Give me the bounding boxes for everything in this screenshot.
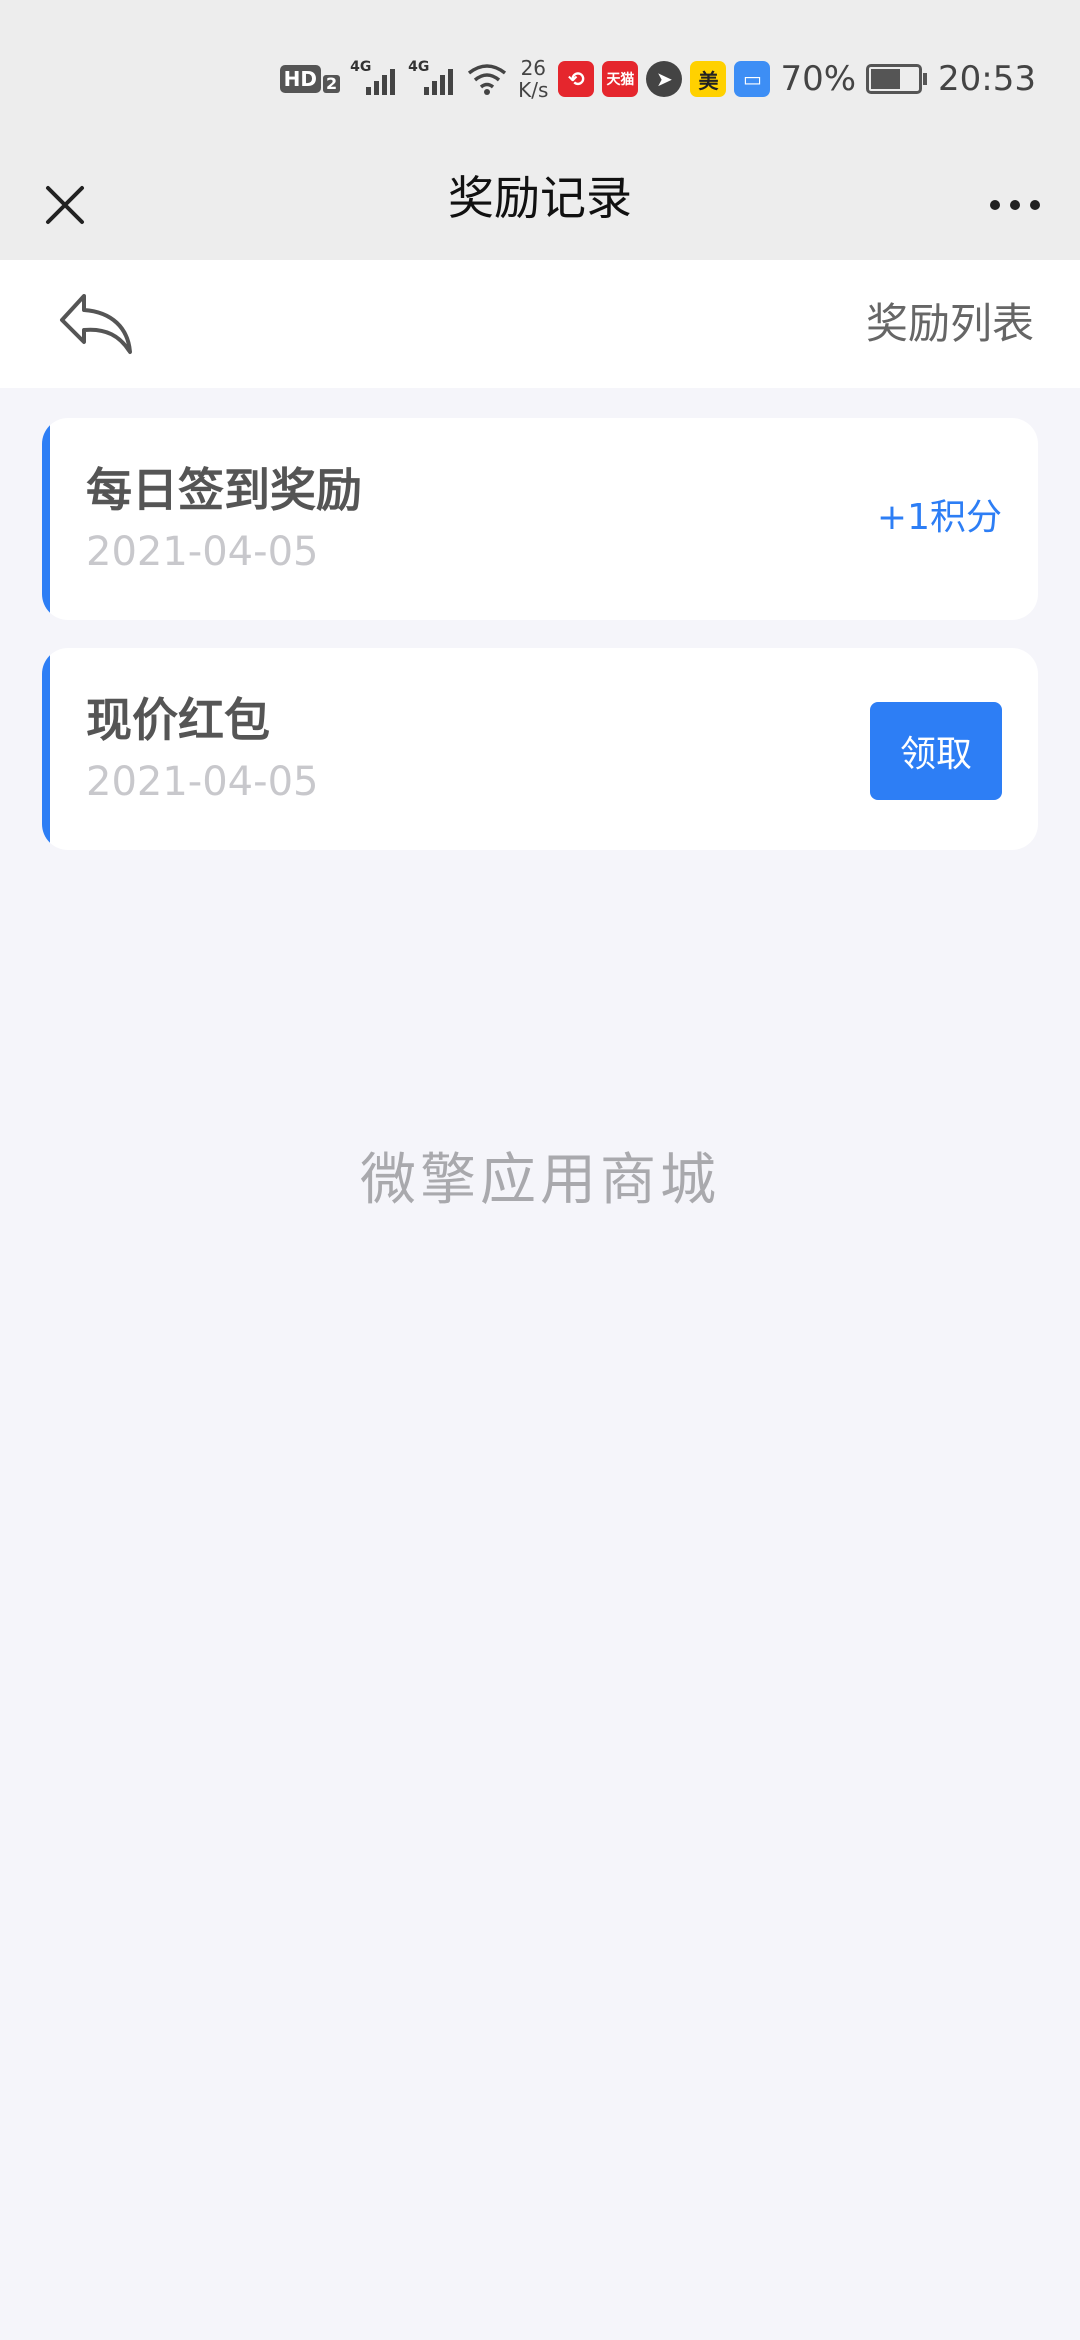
footer-brand: 微擎应用商城 xyxy=(360,1148,720,1213)
battery-fill xyxy=(871,69,901,89)
title-bar: 奖励记录 xyxy=(0,150,1080,260)
card-accent-bar xyxy=(42,648,50,850)
wifi-icon xyxy=(468,64,507,95)
signal-1-label: 4G xyxy=(350,59,372,75)
hd-label: HD xyxy=(279,65,322,93)
meituan-app-icon: 美 xyxy=(690,61,727,97)
reward-date: 2021-04-05 xyxy=(86,529,319,575)
wallet-app-icon: ▭ xyxy=(734,61,771,97)
ticket-app-icon: ⟲ xyxy=(558,61,595,97)
battery-percent: 70% xyxy=(780,59,857,99)
card-accent-bar xyxy=(42,418,50,620)
notification-app-icons: ⟲ 天猫 ➤ 美 ▭ xyxy=(558,61,771,97)
reward-list-link[interactable]: 奖励列表 xyxy=(866,294,1034,354)
signal-2-label: 4G xyxy=(408,59,430,75)
hd-call-icon: HD 2 xyxy=(279,65,341,93)
paper-plane-app-icon: ➤ xyxy=(646,61,683,97)
network-speed-value: 26 xyxy=(520,56,547,80)
status-bar: HD 2 4G 4G 26 K/s ⟲ 天猫 ➤ 美 ▭ 70% 20:53 xyxy=(0,0,1080,150)
more-options-icon[interactable] xyxy=(980,170,1050,240)
battery-icon xyxy=(866,64,928,94)
tmall-app-icon: 天猫 xyxy=(602,61,639,97)
reward-card: 现价红包 2021-04-05 领取 xyxy=(42,648,1038,850)
clock: 20:53 xyxy=(938,59,1036,99)
reward-points: +1积分 xyxy=(876,497,1002,538)
sub-header: 奖励列表 xyxy=(0,260,1080,388)
page-title: 奖励记录 xyxy=(448,171,632,225)
hd-sub-label: 2 xyxy=(323,75,341,93)
network-speed-unit: K/s xyxy=(518,78,549,102)
claim-button[interactable]: 领取 xyxy=(870,702,1002,800)
signal-icon-2: 4G xyxy=(408,59,456,99)
reward-title: 每日签到奖励 xyxy=(86,463,362,517)
network-speed: 26 K/s xyxy=(518,57,548,101)
reward-card: 每日签到奖励 2021-04-05 +1积分 xyxy=(42,418,1038,620)
reward-title: 现价红包 xyxy=(86,693,270,747)
back-icon[interactable] xyxy=(54,286,140,358)
signal-icon-1: 4G xyxy=(350,59,398,99)
status-icons: HD 2 4G 4G 26 K/s ⟲ 天猫 ➤ 美 ▭ 70% 20:53 xyxy=(279,52,1036,106)
reward-date: 2021-04-05 xyxy=(86,759,319,805)
